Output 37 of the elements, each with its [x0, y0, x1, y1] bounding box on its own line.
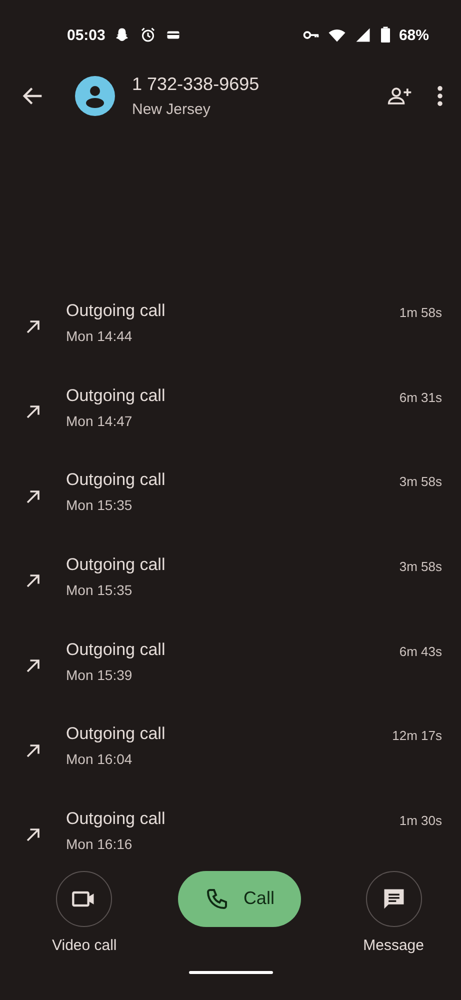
call-duration: 3m 58s — [399, 474, 442, 490]
call-duration: 12m 17s — [392, 728, 442, 744]
phone-icon — [205, 886, 230, 911]
signal-icon — [354, 26, 372, 44]
location: New Jersey — [132, 101, 212, 118]
call-time: Mon 15:35 — [66, 497, 134, 514]
home-indicator[interactable] — [188, 970, 272, 974]
call-type: Outgoing call — [66, 300, 166, 321]
call-time: Mon 14:47 — [66, 412, 134, 429]
call-time: Mon 14:44 — [66, 328, 134, 344]
call-duration: 1m 58s — [399, 305, 442, 320]
avatar-icon — [75, 76, 115, 116]
call-duration: 6m 31s — [399, 390, 442, 405]
alarm-icon — [139, 26, 158, 44]
battery-level: 68% — [398, 26, 429, 44]
message-button[interactable] — [366, 870, 422, 927]
call-duration: 3m 58s — [399, 559, 442, 574]
call-type: Outgoing call — [66, 470, 166, 490]
battery-icon — [380, 26, 391, 44]
video-call-button[interactable] — [56, 870, 112, 927]
message-label: Message — [363, 936, 424, 954]
call-type: Outgoing call — [66, 724, 166, 744]
call-type: Outgoing call — [66, 640, 166, 660]
call-type: Outgoing call — [66, 554, 166, 575]
call-button[interactable]: Call — [178, 870, 302, 927]
call-duration: 1m 30s — [399, 813, 442, 828]
call-time: Mon 16:16 — [66, 836, 134, 852]
status-time: 05:03 — [67, 26, 106, 44]
call-time: Mon 15:39 — [66, 666, 134, 683]
call-time: Mon 16:04 — [66, 751, 134, 768]
more-icon[interactable] — [435, 83, 445, 109]
video-call-label: Video call — [52, 936, 117, 954]
call-time: Mon 15:35 — [66, 582, 134, 598]
phone-number: 1 732-338-9695 — [132, 74, 260, 95]
call-type: Outgoing call — [66, 808, 166, 829]
call-type: Outgoing call — [66, 386, 166, 406]
call-duration: 6m 43s — [399, 644, 442, 659]
